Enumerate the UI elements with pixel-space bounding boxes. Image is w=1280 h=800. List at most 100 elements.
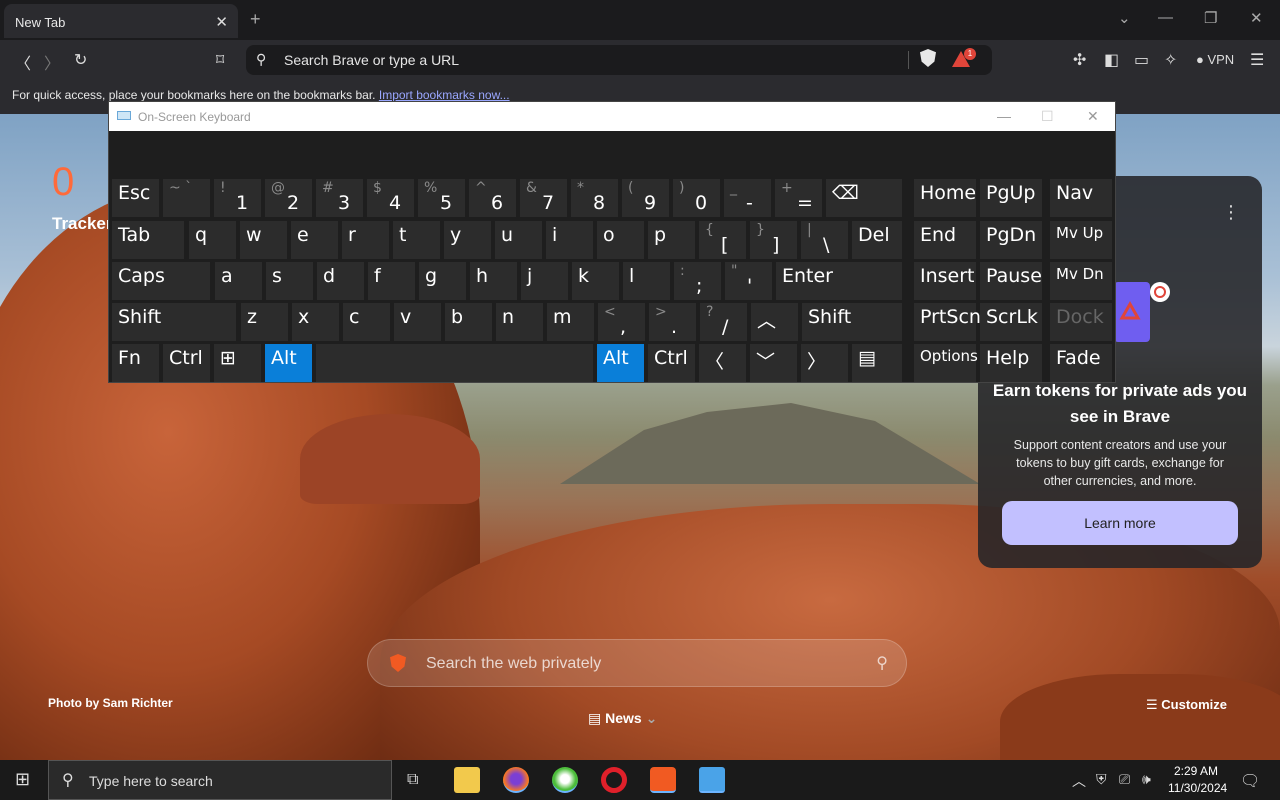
key-dock[interactable]: Dock	[1050, 303, 1112, 341]
close-tab-icon[interactable]: ✕	[215, 13, 228, 31]
forward-icon[interactable]: 〉	[44, 50, 60, 74]
key-x[interactable]: x	[292, 303, 339, 341]
key-j[interactable]: j	[521, 262, 568, 300]
restore-icon[interactable]: ❐	[1204, 9, 1217, 27]
key-backslash[interactable]: | \	[801, 221, 848, 259]
key-backspace[interactable]: ⌫	[826, 179, 902, 217]
brave-icon[interactable]	[650, 767, 676, 793]
key-b[interactable]: b	[445, 303, 492, 341]
photo-credit[interactable]: Photo by Sam Richter	[48, 696, 173, 710]
key-lshift[interactable]: Shift	[112, 303, 236, 341]
key-9[interactable]: (9	[622, 179, 669, 217]
key-tab[interactable]: Tab	[112, 221, 184, 259]
key-enter[interactable]: Enter	[776, 262, 902, 300]
key-p[interactable]: p	[648, 221, 695, 259]
key-m[interactable]: m	[547, 303, 594, 341]
key-f[interactable]: f	[368, 262, 415, 300]
key-minus[interactable]: _ -	[724, 179, 771, 217]
osk-title-bar[interactable]: On-Screen Keyboard — ☐ ✕	[109, 102, 1115, 131]
minimize-icon[interactable]: —	[1158, 9, 1173, 26]
key-rctrl[interactable]: Ctrl	[648, 344, 695, 382]
key-caps[interactable]: Caps	[112, 262, 210, 300]
extensions-icon[interactable]: ✣	[1073, 50, 1086, 70]
key-slash[interactable]: ? /	[700, 303, 747, 341]
key-period[interactable]: >.	[649, 303, 696, 341]
key-ralt[interactable]: Alt	[597, 344, 644, 382]
key-y[interactable]: y	[444, 221, 491, 259]
close-window-icon[interactable]: ✕	[1250, 9, 1263, 27]
key-mvup[interactable]: Mv Up	[1050, 221, 1112, 259]
key-up[interactable]: ︿	[751, 303, 798, 341]
key-equals[interactable]: + =	[775, 179, 822, 217]
on-screen-keyboard-taskbar-icon[interactable]	[699, 767, 725, 793]
tab-new-tab[interactable]: New Tab ✕	[4, 4, 238, 38]
key-rshift[interactable]: Shift	[802, 303, 902, 341]
tab-search-chevron-icon[interactable]: ⌄	[1118, 9, 1131, 27]
key-lalt[interactable]: Alt	[265, 344, 312, 382]
osk-minimize-icon[interactable]: —	[997, 108, 1011, 124]
key-2[interactable]: @2	[265, 179, 312, 217]
leo-ai-icon[interactable]: ✧	[1164, 50, 1177, 70]
key-prtscn[interactable]: PrtScn	[914, 303, 981, 341]
key-z[interactable]: z	[241, 303, 288, 341]
key-pgup[interactable]: PgUp	[980, 179, 1042, 217]
security-icon[interactable]: ⛨	[1096, 771, 1107, 788]
firefox-icon[interactable]	[503, 767, 529, 793]
key-mvdn[interactable]: Mv Dn	[1050, 262, 1112, 300]
file-explorer-icon[interactable]	[454, 767, 480, 793]
tray-chevron-icon[interactable]: ︿	[1072, 771, 1086, 791]
key-1[interactable]: ! 1	[214, 179, 261, 217]
key-h[interactable]: h	[470, 262, 517, 300]
key-space[interactable]	[316, 344, 593, 382]
bookmark-icon[interactable]: ⌑	[216, 50, 224, 70]
key-nav[interactable]: Nav	[1050, 179, 1112, 217]
key-d[interactable]: d	[317, 262, 364, 300]
key-insert[interactable]: Insert	[914, 262, 976, 300]
key-3[interactable]: #3	[316, 179, 363, 217]
key-lctrl[interactable]: Ctrl	[163, 344, 210, 382]
key-q[interactable]: q	[189, 221, 236, 259]
key-pgdn[interactable]: PgDn	[980, 221, 1042, 259]
customize-button[interactable]: ☰ Customize	[1146, 697, 1227, 713]
key-right[interactable]: 〉	[801, 344, 848, 382]
volume-icon[interactable]: 🕪	[1142, 771, 1151, 788]
osk-close-icon[interactable]: ✕	[1087, 108, 1099, 125]
key-7[interactable]: & 7	[520, 179, 567, 217]
key-e[interactable]: e	[291, 221, 338, 259]
key-end[interactable]: End	[914, 221, 976, 259]
key-w[interactable]: w	[240, 221, 287, 259]
vpn-button[interactable]: ● VPN	[1196, 52, 1234, 67]
more-options-icon[interactable]: ⋮	[1222, 202, 1240, 223]
key-fade[interactable]: Fade	[1050, 344, 1112, 382]
key-i[interactable]: i	[546, 221, 593, 259]
key-s[interactable]: s	[266, 262, 313, 300]
windows-start-icon[interactable]: ⊞	[15, 769, 30, 790]
back-icon[interactable]: 〈	[15, 50, 31, 74]
learn-more-button[interactable]: Learn more	[1002, 501, 1238, 545]
key-l[interactable]: l	[623, 262, 670, 300]
notifications-icon[interactable]: 🗨	[1240, 771, 1260, 791]
clock[interactable]: 2:29 AM 11/30/2024	[1168, 763, 1227, 797]
key-pause[interactable]: Pause	[980, 262, 1042, 300]
ntp-search-box[interactable]: Search the web privately ⚲	[367, 639, 907, 687]
key-fn[interactable]: Fn	[112, 344, 159, 382]
key-r[interactable]: r	[342, 221, 389, 259]
import-bookmarks-link[interactable]: Import bookmarks now...	[379, 88, 510, 102]
key-tilde[interactable]: ~ `	[163, 179, 210, 217]
key-help[interactable]: Help	[980, 344, 1042, 382]
key-o[interactable]: o	[597, 221, 644, 259]
osk-maximize-icon[interactable]: ☐	[1041, 108, 1054, 125]
key-g[interactable]: g	[419, 262, 466, 300]
task-view-icon[interactable]: ⧉	[407, 771, 418, 789]
taskbar-search[interactable]: ⚲ Type here to search	[48, 760, 392, 800]
key-0[interactable]: ) 0	[673, 179, 720, 217]
key-6[interactable]: ^ 6	[469, 179, 516, 217]
key-menu[interactable]: ▤	[852, 344, 902, 382]
key-4[interactable]: $4	[367, 179, 414, 217]
key-home[interactable]: Home	[914, 179, 976, 217]
key-left[interactable]: 〈	[699, 344, 746, 382]
key-n[interactable]: n	[496, 303, 543, 341]
key-semicolon[interactable]: :;	[674, 262, 721, 300]
key-u[interactable]: u	[495, 221, 542, 259]
news-button[interactable]: ▤ News ⌄	[588, 710, 657, 727]
